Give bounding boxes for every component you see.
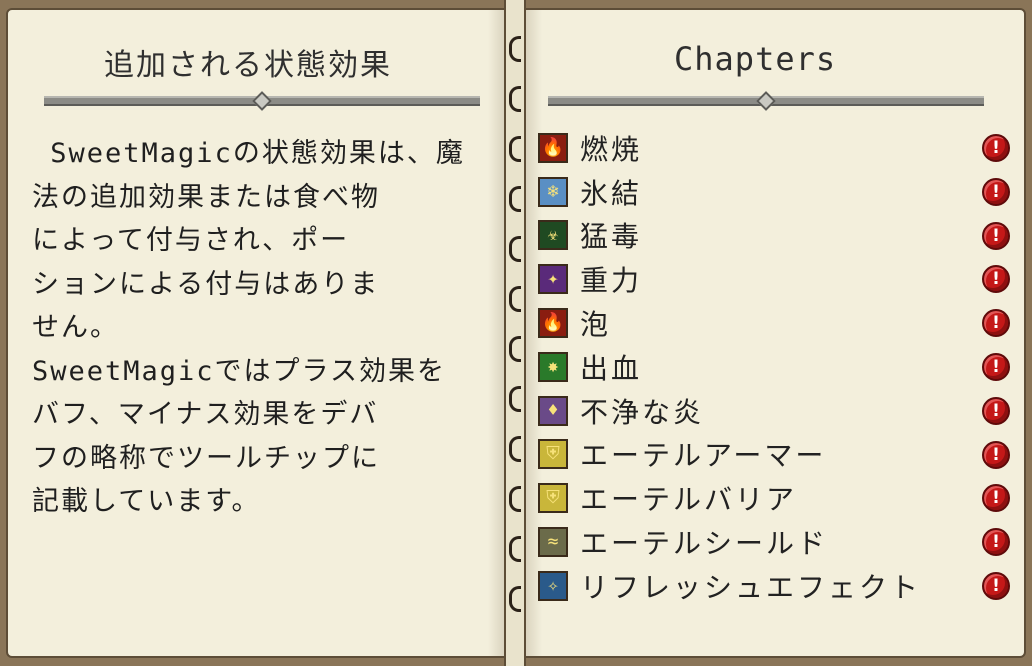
chapter-label: 猛毒 <box>580 220 643 254</box>
chapter-label: 出血 <box>580 351 643 385</box>
chapter-item[interactable]: 🔥 泡! <box>538 301 1018 345</box>
ice-icon: ❄ <box>538 176 568 207</box>
chapter-label: 泡 <box>580 308 612 342</box>
binding-ring <box>509 386 521 412</box>
binding-ring <box>509 436 521 462</box>
book: 追加される状態効果 SweetMagicの状態効果は、魔 法の追加効果または食べ… <box>0 0 1032 666</box>
new-alert-icon: ! <box>982 352 1010 381</box>
binding-ring <box>509 486 521 512</box>
new-alert-icon: ! <box>982 571 1010 600</box>
chapter-item[interactable]: ♦ 不浄な炎! <box>538 389 1018 433</box>
binding-ring <box>509 586 521 612</box>
right-page-title: Chapters <box>674 40 837 78</box>
binding-ring <box>509 86 521 112</box>
chapter-item[interactable]: ✸ 出血! <box>538 345 1018 389</box>
chapter-label: 不浄な炎 <box>580 395 705 429</box>
chapter-label: 氷結 <box>580 176 643 210</box>
left-title-divider <box>44 91 480 111</box>
new-alert-icon: ! <box>982 440 1010 469</box>
aether-barrier-icon: ⛨ <box>538 483 568 514</box>
new-alert-icon: ! <box>982 177 1010 206</box>
chapter-list: 🔥 燃焼! ❄ 氷結! ☣ 猛毒! ✦ 重力! 🔥 泡! ✸ 出血! ♦ 不浄な炎! ⛨ エーテルアーマー! ⛨… <box>538 126 1018 608</box>
binding-ring <box>509 186 521 212</box>
refresh-effect-icon: ✧ <box>538 570 568 601</box>
chapter-item[interactable]: ✧ リフレッシュエフェクト! <box>538 564 1018 608</box>
chapter-label: 重力 <box>580 264 643 298</box>
binding-ring <box>509 236 521 262</box>
binding-ring <box>509 36 521 62</box>
left-page-title: 追加される状態効果 <box>104 48 392 83</box>
chapter-item[interactable]: ⛨ エーテルアーマー! <box>538 433 1018 477</box>
chapter-item[interactable]: ❄ 氷結! <box>538 170 1018 214</box>
chapter-label: 燃焼 <box>580 132 643 166</box>
new-alert-icon: ! <box>982 221 1010 250</box>
book-spine <box>504 0 526 666</box>
fire-bubble-icon: 🔥 <box>538 308 568 339</box>
chapter-item[interactable]: ≈ エーテルシールド! <box>538 520 1018 564</box>
chapter-item[interactable]: ⛨ エーテルバリア! <box>538 476 1018 520</box>
binding-ring <box>509 336 521 362</box>
binding-ring <box>509 286 521 312</box>
fire-icon: 🔥 <box>538 132 568 163</box>
new-alert-icon: ! <box>982 484 1010 513</box>
new-alert-icon: ! <box>982 396 1010 425</box>
aether-shield-icon: ≈ <box>538 527 568 558</box>
unholy-flame-icon: ♦ <box>538 395 568 426</box>
chapter-label: エーテルシールド <box>580 527 829 561</box>
new-alert-icon: ! <box>982 134 1010 162</box>
poison-icon: ☣ <box>538 220 568 251</box>
left-page-body-text: SweetMagicの状態効果は、魔 法の追加効果または食べ物 によって付与され… <box>32 138 465 517</box>
gravity-icon: ✦ <box>538 264 568 295</box>
right-title-divider <box>548 91 984 111</box>
chapter-label: エーテルアーマー <box>580 439 827 473</box>
chapter-label: エーテルバリア <box>580 483 798 517</box>
new-alert-icon: ! <box>982 265 1010 294</box>
binding-ring <box>509 136 521 162</box>
chapter-item[interactable]: ✦ 重力! <box>538 257 1018 301</box>
new-alert-icon: ! <box>982 528 1010 557</box>
new-alert-icon: ! <box>982 309 1010 338</box>
binding-ring <box>509 536 521 562</box>
chapter-item[interactable]: 🔥 燃焼! <box>538 126 1018 170</box>
aether-armor-icon: ⛨ <box>538 439 568 470</box>
chapter-item[interactable]: ☣ 猛毒! <box>538 214 1018 258</box>
chapter-label: リフレッシュエフェクト <box>580 570 922 604</box>
bleeding-icon: ✸ <box>538 351 568 382</box>
